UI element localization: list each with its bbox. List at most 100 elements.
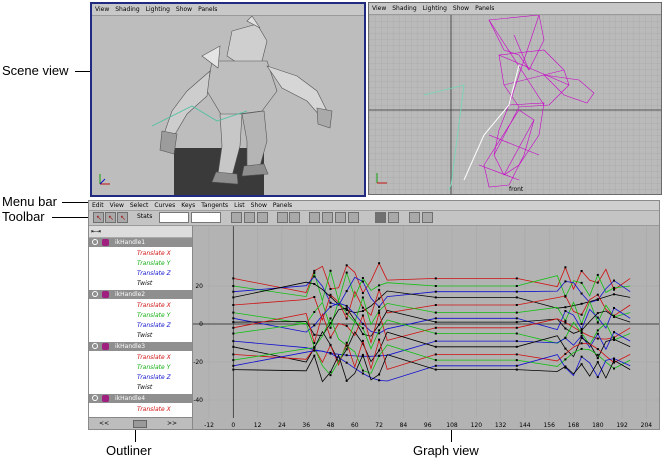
outliner-attr[interactable]: Twist — [137, 383, 152, 392]
outliner-attr[interactable]: Translate X — [137, 249, 171, 258]
keyframe-point — [613, 367, 615, 370]
x-tick-label: 108 — [446, 422, 458, 429]
keyframe-point — [232, 368, 235, 371]
perspective-viewport-menu: View Shading Lighting Show Panels — [92, 4, 364, 16]
keyframe-point — [361, 280, 364, 283]
stats-field-time[interactable] — [159, 212, 189, 223]
frame-playback-button[interactable] — [257, 212, 268, 223]
front-menu-panels[interactable]: Panels — [475, 3, 494, 14]
outliner-attr[interactable]: Twist — [137, 279, 152, 288]
scroll-right-button[interactable]: >> — [167, 418, 177, 429]
swap-buffer-button[interactable] — [388, 212, 399, 223]
outliner-attr[interactable]: Translate X — [137, 405, 171, 414]
viewport-menu-view[interactable]: View — [95, 4, 109, 15]
collapse-icon[interactable] — [92, 239, 98, 245]
spline-tangent-button[interactable] — [277, 212, 288, 223]
stats-field-value[interactable] — [191, 212, 221, 223]
ge-menu-view[interactable]: View — [110, 201, 124, 210]
step-tangent-button[interactable] — [335, 212, 346, 223]
outliner-attr[interactable]: Translate X — [137, 301, 171, 310]
animation-curve — [233, 262, 631, 294]
keyframe-point — [313, 324, 316, 327]
keyframe-point — [580, 313, 583, 316]
viewport-menu-lighting[interactable]: Lighting — [146, 4, 170, 15]
linear-tangent-button[interactable] — [309, 212, 320, 223]
ge-menu-keys[interactable]: Keys — [181, 201, 195, 210]
front-menu-show[interactable]: Show — [453, 3, 469, 14]
keyframe-point — [378, 323, 381, 326]
graph-canvas[interactable]: 20 0 -20 -40 -12 0 12 24 36 48 60 72 84 96 108 120 132 1… — [193, 226, 659, 430]
unify-tangents-button[interactable] — [422, 212, 433, 223]
y-tick-labels: 20 0 -20 -40 — [193, 283, 203, 404]
front-viewport[interactable]: View Shading Lighting Show Panels front — [368, 2, 662, 195]
keyframe-point — [361, 369, 364, 372]
outliner-attr[interactable]: Translate X — [137, 353, 171, 362]
keyframe-point — [329, 293, 332, 296]
move-key-tool-button[interactable]: ↖ — [93, 212, 104, 223]
insert-key-tool-button[interactable]: ↖ — [105, 212, 116, 223]
outliner-attr[interactable]: Translate Z — [137, 373, 171, 382]
viewport-menu-show[interactable]: Show — [176, 4, 192, 15]
outliner-attr[interactable]: Translate Z — [137, 269, 171, 278]
keyframe-point — [515, 290, 518, 293]
outliner-node[interactable]: ikHandle3 — [89, 342, 192, 351]
collapse-icon[interactable] — [92, 343, 98, 349]
keyframe-point — [515, 368, 518, 371]
keyframe-point — [313, 349, 316, 352]
keyframe-point — [345, 354, 348, 357]
keyframe-point — [580, 336, 583, 339]
keyframe-point — [564, 352, 567, 355]
clamped-tangent-button[interactable] — [289, 212, 300, 223]
outliner-attr[interactable]: Translate Y — [137, 311, 170, 320]
break-tangents-button[interactable] — [409, 212, 420, 223]
frame-all-button[interactable] — [231, 212, 242, 223]
keyframe-point — [434, 340, 437, 343]
keyframe-point — [345, 361, 348, 364]
keyframe-point — [596, 357, 599, 360]
keyframe-point — [313, 296, 316, 298]
outliner-node[interactable]: ikHandle1 — [89, 238, 192, 247]
ge-menu-panels[interactable]: Panels — [273, 201, 292, 210]
front-menu-lighting[interactable]: Lighting — [423, 3, 447, 14]
front-menu-shading[interactable]: Shading — [392, 3, 416, 14]
buffer-curve-button[interactable] — [375, 212, 386, 223]
add-key-tool-button[interactable]: ↖ — [117, 212, 128, 223]
viewport-menu-shading[interactable]: Shading — [115, 4, 139, 15]
x-tick-label: 60 — [351, 422, 359, 429]
flat-tangent-button[interactable] — [322, 212, 333, 223]
outliner-scrollbar[interactable]: << >> — [89, 417, 192, 429]
keyframe-point — [232, 285, 235, 287]
ge-menu-list[interactable]: List — [234, 201, 245, 210]
keyframe-point — [361, 372, 364, 375]
perspective-viewport[interactable]: View Shading Lighting Show Panels — [90, 2, 366, 197]
keyframe-point — [345, 324, 348, 327]
scroll-thumb[interactable] — [133, 420, 147, 428]
perspective-scene — [99, 16, 333, 195]
plateau-tangent-button[interactable] — [348, 212, 359, 223]
outliner-attr[interactable]: Translate Y — [137, 363, 170, 372]
animation-curves — [232, 262, 631, 383]
keyframe-point — [378, 373, 381, 376]
outliner-node[interactable]: ikHandle2 — [89, 290, 192, 299]
front-menu-view[interactable]: View — [372, 3, 386, 14]
keyframe-point — [361, 310, 364, 312]
keyframe-point — [434, 332, 437, 335]
outliner-node[interactable]: ikHandle4 — [89, 394, 192, 403]
outliner-attr[interactable]: Twist — [137, 331, 152, 340]
ge-menu-curves[interactable]: Curves — [154, 201, 175, 210]
front-camera-label: front — [509, 186, 524, 193]
keyframe-point — [596, 361, 599, 364]
collapse-icon[interactable] — [92, 395, 98, 401]
ge-menu-edit[interactable]: Edit — [92, 201, 104, 210]
frame-selection-button[interactable] — [244, 212, 255, 223]
scroll-left-button[interactable]: << — [99, 418, 109, 429]
keyframe-point — [329, 336, 332, 339]
collapse-icon[interactable] — [92, 291, 98, 297]
outliner-attr[interactable]: Translate Y — [137, 259, 170, 268]
outliner-attr[interactable]: Translate Z — [137, 321, 171, 330]
ge-menu-select[interactable]: Select — [130, 201, 149, 210]
viewport-menu-panels[interactable]: Panels — [198, 4, 217, 15]
graph-view[interactable]: 20 0 -20 -40 -12 0 12 24 36 48 60 72 84 96 108 120 132 1… — [193, 226, 659, 430]
ge-menu-show[interactable]: Show — [251, 201, 267, 210]
ge-menu-tangents[interactable]: Tangents — [201, 201, 228, 210]
